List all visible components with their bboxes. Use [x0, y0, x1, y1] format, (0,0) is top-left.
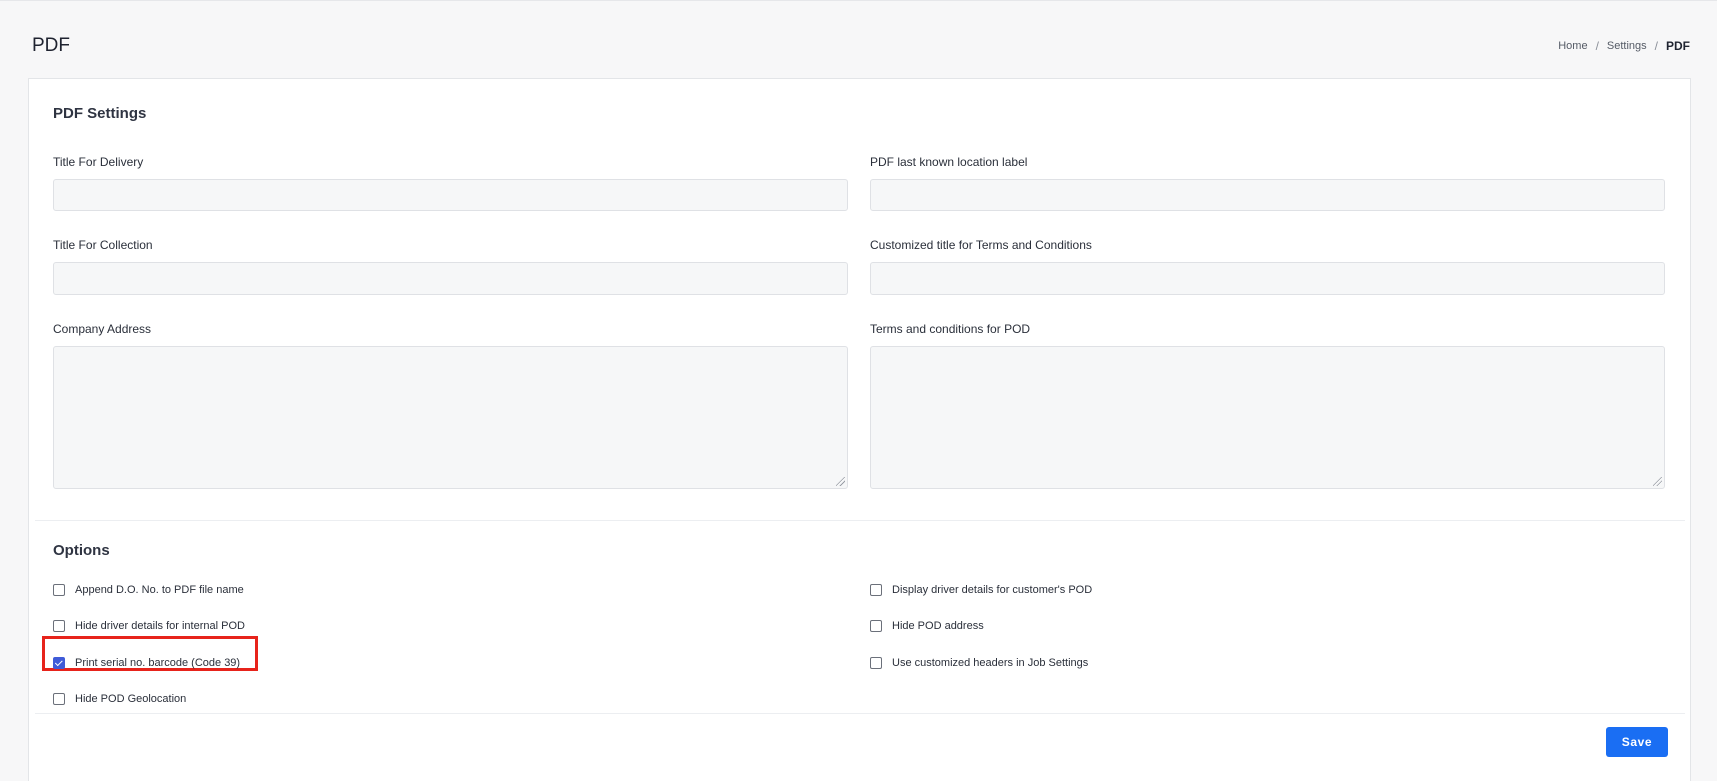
checkbox[interactable]	[870, 584, 882, 596]
option-label: Print serial no. barcode (Code 39)	[75, 657, 241, 669]
page-header: PDF Home / Settings / PDF	[0, 1, 1717, 79]
breadcrumb: Home / Settings / PDF	[1558, 39, 1690, 53]
page-title: PDF	[32, 35, 70, 56]
breadcrumb-current: PDF	[1666, 39, 1690, 53]
checkbox[interactable]	[870, 620, 882, 632]
option-use-customized-headers[interactable]: Use customized headers in Job Settings	[870, 655, 1088, 671]
page: PDF Home / Settings / PDF PDF Settings T…	[0, 0, 1717, 781]
checkbox[interactable]	[870, 657, 882, 669]
title-for-delivery-label: Title For Delivery	[53, 155, 144, 169]
breadcrumb-home-link[interactable]: Home	[1558, 40, 1587, 52]
company-address-label: Company Address	[53, 322, 152, 336]
pdf-settings-heading: PDF Settings	[53, 105, 147, 122]
breadcrumb-separator: /	[1595, 39, 1599, 53]
pdf-last-known-location-input[interactable]	[870, 179, 1665, 211]
option-hide-pod-geolocation[interactable]: Hide POD Geolocation	[53, 691, 186, 707]
title-for-collection-label: Title For Collection	[53, 238, 153, 252]
breadcrumb-settings-link[interactable]: Settings	[1607, 40, 1647, 52]
company-address-textarea[interactable]	[53, 346, 848, 489]
save-button[interactable]: Save	[1606, 727, 1668, 757]
customized-title-terms-label: Customized title for Terms and Condition…	[870, 238, 1092, 252]
pdf-settings-card: PDF Settings Title For Delivery Title Fo…	[28, 78, 1691, 781]
title-for-delivery-input[interactable]	[53, 179, 848, 211]
breadcrumb-separator: /	[1654, 39, 1658, 53]
option-label: Hide driver details for internal POD	[75, 620, 245, 632]
option-label: Hide POD Geolocation	[75, 693, 187, 705]
footer-divider	[35, 713, 1685, 714]
section-divider	[35, 520, 1685, 521]
resize-handle-icon[interactable]	[1653, 477, 1662, 486]
checkbox[interactable]	[53, 584, 65, 596]
option-label: Hide POD address	[892, 620, 984, 632]
terms-for-pod-label: Terms and conditions for POD	[870, 322, 1031, 336]
checkbox[interactable]	[53, 693, 65, 705]
terms-for-pod-textarea[interactable]	[870, 346, 1665, 489]
option-print-serial-barcode[interactable]: Print serial no. barcode (Code 39)	[53, 655, 240, 671]
option-label: Append D.O. No. to PDF file name	[75, 584, 244, 596]
title-for-collection-input[interactable]	[53, 262, 848, 295]
options-heading: Options	[53, 542, 110, 559]
checkbox[interactable]	[53, 620, 65, 632]
option-hide-pod-address[interactable]: Hide POD address	[870, 618, 984, 634]
option-append-do-no[interactable]: Append D.O. No. to PDF file name	[53, 582, 244, 598]
option-label: Use customized headers in Job Settings	[892, 657, 1089, 669]
pdf-last-known-location-label: PDF last known location label	[870, 155, 1028, 169]
customized-title-terms-input[interactable]	[870, 262, 1665, 295]
resize-handle-icon[interactable]	[836, 477, 845, 486]
option-display-driver-customer[interactable]: Display driver details for customer's PO…	[870, 582, 1092, 598]
option-label: Display driver details for customer's PO…	[892, 584, 1093, 596]
option-hide-driver-internal[interactable]: Hide driver details for internal POD	[53, 618, 245, 634]
checkbox-checked[interactable]	[53, 657, 65, 669]
